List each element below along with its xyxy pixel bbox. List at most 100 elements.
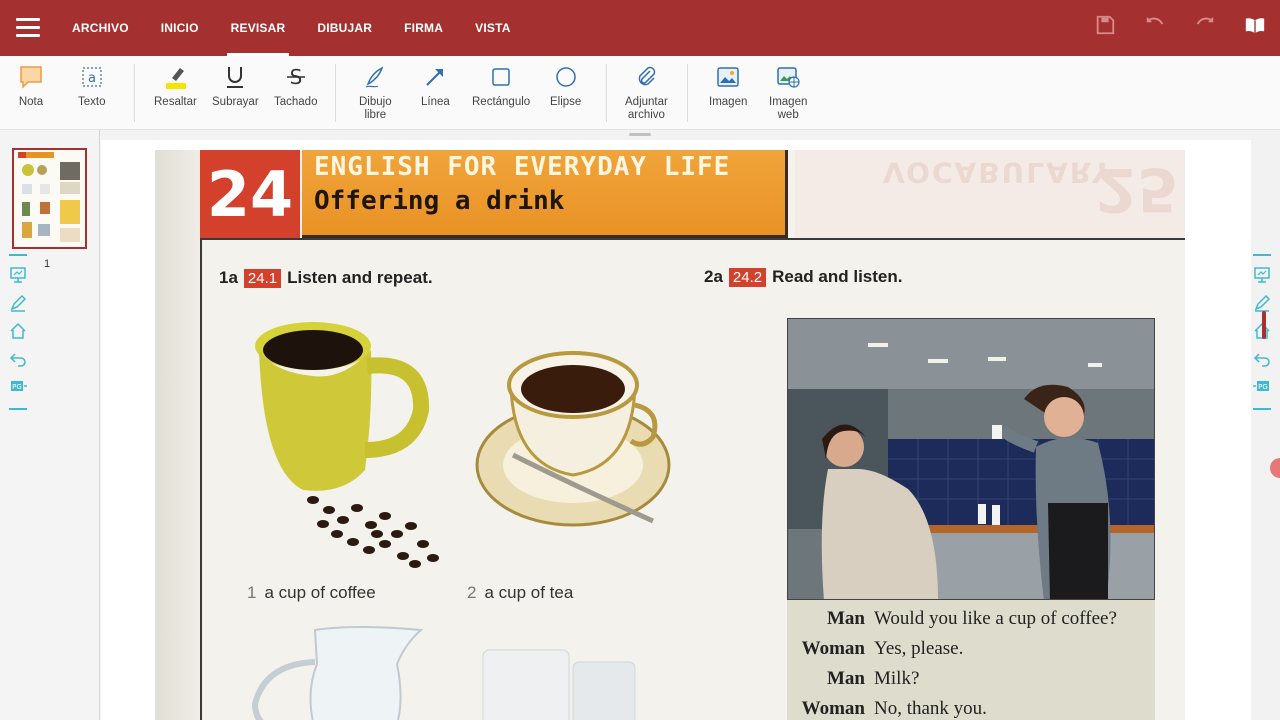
strikethrough-icon: S: [286, 65, 305, 89]
tab-archivo[interactable]: ARCHIVO: [56, 0, 145, 56]
caption-number: 2: [467, 583, 477, 602]
paperclip-icon: [639, 66, 656, 86]
dialogue-line: Woman Yes, please.: [787, 638, 964, 660]
caption-coffee: 1 a cup of coffee: [247, 583, 376, 603]
tab-inicio[interactable]: INICIO: [145, 0, 215, 56]
document-viewer[interactable]: 24 ENGLISH FOR EVERYDAY LIFE Offering a …: [101, 140, 1251, 720]
rail-divider: [1253, 254, 1271, 256]
underline-icon: [227, 67, 244, 88]
caption-text: a cup of tea: [484, 583, 574, 602]
tool-attach-file[interactable]: Adjuntar archivo: [625, 64, 668, 122]
undo-icon[interactable]: [1144, 14, 1166, 36]
menu-tabs: ARCHIVO INICIO REVISAR DIBUJAR FIRMA VIS…: [56, 0, 527, 56]
page-goto-icon[interactable]: PG: [1253, 378, 1271, 396]
reading-mode-book-icon[interactable]: [1244, 14, 1266, 36]
ghost-title: VOCABULARY: [883, 156, 1115, 189]
tool-label: Línea: [421, 96, 450, 108]
tool-label: Subrayar: [212, 96, 259, 108]
page-thumbnail[interactable]: [12, 148, 87, 249]
tool-label: Nota: [18, 96, 44, 108]
hamburger-menu-icon[interactable]: [16, 18, 40, 38]
tab-vista[interactable]: VISTA: [459, 0, 526, 56]
toolbar-collapse-handle[interactable]: [629, 133, 651, 136]
tool-ellipse[interactable]: Elipse: [550, 64, 581, 109]
audio-track-badge: 24.2: [728, 267, 767, 287]
office-conversation-photo: [787, 318, 1155, 600]
tool-web-image[interactable]: Imagen web: [769, 64, 807, 122]
facing-page-bleed: VOCABULARY 25: [795, 150, 1185, 238]
book-spine: [155, 150, 203, 720]
floating-action-button[interactable]: [1270, 458, 1280, 478]
tool-label: Imagen: [709, 96, 748, 108]
home-icon[interactable]: [9, 322, 27, 340]
dialogue-text: Milk?: [874, 668, 920, 689]
tool-rectangle[interactable]: Rectángulo: [472, 64, 530, 109]
tool-strikethrough[interactable]: S Tachado: [274, 64, 317, 109]
tab-dibujar[interactable]: DIBUJAR: [301, 0, 388, 56]
tool-line[interactable]: Línea: [421, 64, 450, 109]
tool-text[interactable]: a Texto: [78, 64, 106, 109]
rail-divider: [1253, 408, 1271, 410]
milk-jug-image: [251, 626, 424, 720]
tab-firma[interactable]: FIRMA: [388, 0, 459, 56]
tool-highlight[interactable]: Resaltar: [154, 64, 197, 109]
unit-subtitle: Offering a drink: [314, 186, 565, 216]
annotation-toolbar: Nota a Texto Resaltar Subrayar S Tachado…: [0, 56, 1280, 130]
section-number: 2a: [704, 267, 723, 286]
dialogue-text: Yes, please.: [874, 638, 964, 659]
coffee-mug-image: [255, 322, 439, 568]
back-arrow-icon[interactable]: [1253, 350, 1271, 368]
dialogue-text: No, thank you.: [874, 698, 987, 719]
tool-label: Imagen web: [769, 96, 808, 121]
tool-label: Resaltar: [154, 96, 197, 108]
highlighter-icon: [166, 68, 187, 89]
tea-cup-image: [475, 351, 671, 527]
thumbnail-page-number: 1: [44, 258, 51, 270]
redo-icon[interactable]: [1194, 14, 1216, 36]
book-page-scan: 24 ENGLISH FOR EVERYDAY LIFE Offering a …: [155, 150, 1185, 720]
tool-image[interactable]: Imagen: [709, 64, 747, 109]
toolbar-divider: [687, 64, 688, 122]
dialogue-line: Man Milk?: [787, 668, 919, 690]
freehand-pen-icon: [366, 66, 384, 88]
tab-revisar[interactable]: REVISAR: [215, 0, 302, 56]
tool-freehand[interactable]: Dibujo libre: [359, 64, 392, 122]
image-icon: [717, 67, 739, 87]
top-actions: [1094, 14, 1266, 36]
left-quick-rail: PG: [8, 252, 28, 420]
section-instruction: Listen and repeat.: [287, 268, 433, 287]
tool-label: Elipse: [550, 96, 582, 108]
dialogue-line: Man Would you like a cup of coffee?: [787, 608, 1117, 630]
tool-label: Tachado: [274, 96, 318, 108]
dialogue-speaker: Man: [827, 668, 865, 689]
toolbar-divider: [335, 64, 336, 122]
svg-text:a: a: [88, 71, 96, 86]
dialogue-speaker: Man: [827, 608, 865, 629]
thumbnail-panel: 1 PG: [0, 130, 100, 720]
caption-tea: 2 a cup of tea: [467, 583, 573, 603]
save-icon[interactable]: [1094, 14, 1116, 36]
line-arrow-icon: [426, 69, 444, 86]
page-goto-icon[interactable]: PG: [9, 378, 27, 396]
tool-underline[interactable]: Subrayar: [212, 64, 259, 109]
caption-text: a cup of coffee: [264, 583, 376, 602]
section-2a-heading: 2a 24.2 Read and listen.: [704, 267, 903, 287]
presentation-icon[interactable]: [1253, 266, 1271, 284]
dialogue-speaker: Woman: [801, 638, 865, 659]
ghost-number: 25: [1095, 154, 1179, 224]
tool-note[interactable]: Nota: [18, 64, 44, 109]
toolbar-divider: [606, 64, 607, 122]
presentation-icon[interactable]: [9, 266, 27, 284]
section-1a-heading: 1a 24.1 Listen and repeat.: [219, 268, 433, 288]
dialogue-line: Woman No, thank you.: [787, 698, 987, 720]
edit-pencil-icon[interactable]: [1253, 294, 1271, 312]
edit-pencil-icon[interactable]: [9, 294, 27, 312]
ellipse-icon: [555, 67, 576, 87]
toolbar-divider: [134, 64, 135, 122]
vertical-scrollbar-thumb[interactable]: [1262, 311, 1266, 339]
tool-label: Dibujo libre: [359, 96, 392, 121]
text-box-icon: a: [82, 67, 102, 87]
back-arrow-icon[interactable]: [9, 350, 27, 368]
note-icon: [20, 66, 42, 89]
unit-header: ENGLISH FOR EVERYDAY LIFE Offering a dri…: [302, 150, 788, 238]
